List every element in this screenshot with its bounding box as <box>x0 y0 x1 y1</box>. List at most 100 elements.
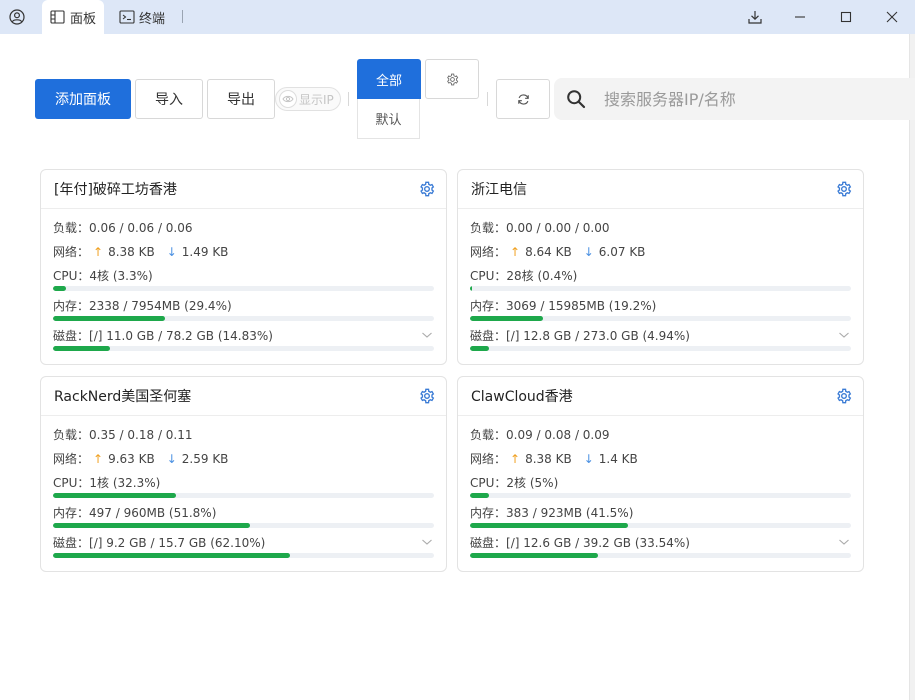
memory-bar-fill <box>470 316 544 321</box>
memory-value: 383 / 923MB (41.5%) <box>506 505 634 520</box>
chevron-down-icon[interactable] <box>838 329 850 341</box>
toolbar-divider <box>348 92 349 106</box>
user-icon[interactable] <box>6 6 28 28</box>
chevron-down-icon[interactable] <box>421 329 433 341</box>
server-name: RackNerd美国圣何塞 <box>54 389 192 405</box>
refresh-icon <box>517 93 529 105</box>
server-card-header: RackNerd美国圣何塞 <box>41 377 446 416</box>
terminal-icon <box>119 9 135 25</box>
cpu-bar <box>470 286 851 291</box>
cpu-row: CPU： 4核 (3.3%) <box>53 267 153 284</box>
close-icon <box>886 11 898 23</box>
upload-value: 8.38 KB <box>108 244 155 259</box>
memory-label: 内存： <box>53 506 90 520</box>
disk-bar <box>470 553 851 558</box>
cpu-bar <box>470 493 851 498</box>
disk-bar-fill <box>53 346 110 351</box>
disk-bar <box>53 553 434 558</box>
title-bar: 面板 终端 <box>0 0 915 34</box>
import-button[interactable]: 导入 <box>135 79 203 119</box>
group-all-button[interactable]: 全部 <box>357 59 421 99</box>
load-label: 负载： <box>470 221 507 235</box>
export-button[interactable]: 导出 <box>207 79 275 119</box>
load-value: 0.09 / 0.08 / 0.09 <box>506 427 610 442</box>
memory-bar <box>470 523 851 528</box>
network-label: 网络： <box>470 245 507 259</box>
cpu-label: CPU： <box>470 269 507 283</box>
cpu-value: 2核 (5%) <box>506 476 559 490</box>
cpu-bar <box>53 493 434 498</box>
add-panel-button[interactable]: 添加面板 <box>35 79 131 119</box>
server-card-header: 浙江电信 <box>458 170 863 209</box>
disk-row: 磁盘： [/] 11.0 GB / 78.2 GB (14.83%) <box>53 327 273 344</box>
disk-value: [/] 9.2 GB / 15.7 GB (62.10%) <box>89 535 266 550</box>
upload-arrow-icon: ↑ <box>93 451 104 466</box>
cpu-bar-fill <box>470 286 472 291</box>
upload-arrow-icon: ↑ <box>93 244 104 259</box>
memory-bar <box>53 523 434 528</box>
upload-value: 9.63 KB <box>108 451 155 466</box>
server-name: [年付]破碎工坊香港 <box>54 182 177 198</box>
tab-panel[interactable]: 面板 <box>42 0 104 34</box>
disk-row: 磁盘： [/] 12.6 GB / 39.2 GB (33.54%) <box>470 534 690 551</box>
load-label: 负载： <box>53 428 90 442</box>
load-row: 负载： 0.09 / 0.08 / 0.09 <box>470 426 610 443</box>
memory-row: 内存： 3069 / 15985MB (19.2%) <box>470 297 656 314</box>
load-label: 负载： <box>470 428 507 442</box>
tab-panel-label: 面板 <box>70 11 97 27</box>
server-card: ClawCloud香港 负载： 0.09 / 0.08 / 0.09 网络： ↑… <box>457 376 864 572</box>
network-row: 网络： ↑ 9.63 KB ↓ 2.59 KB <box>53 450 228 467</box>
server-card: [年付]破碎工坊香港 负载： 0.06 / 0.06 / 0.06 网络： ↑ … <box>40 169 447 365</box>
group-settings-button[interactable] <box>425 59 479 99</box>
close-button[interactable] <box>869 0 915 34</box>
upload-arrow-icon: ↑ <box>510 244 521 259</box>
download-button[interactable] <box>732 0 778 34</box>
minimize-icon <box>795 16 805 18</box>
disk-value: [/] 12.8 GB / 273.0 GB (4.94%) <box>506 328 690 343</box>
network-label: 网络： <box>53 245 90 259</box>
chevron-down-icon[interactable] <box>421 536 433 548</box>
server-settings-gear-icon[interactable] <box>836 181 852 197</box>
show-ip-toggle[interactable]: 显示IP <box>275 87 341 111</box>
server-name: 浙江电信 <box>471 182 527 198</box>
cpu-label: CPU： <box>53 269 90 283</box>
upload-arrow-icon: ↑ <box>510 451 521 466</box>
panel-icon <box>50 9 66 25</box>
cpu-bar-fill <box>470 493 490 498</box>
disk-bar-fill <box>470 553 598 558</box>
download-arrow-icon: ↓ <box>583 244 594 259</box>
disk-label: 磁盘： <box>53 536 90 550</box>
server-card: RackNerd美国圣何塞 负载： 0.35 / 0.18 / 0.11 网络：… <box>40 376 447 572</box>
disk-row: 磁盘： [/] 12.8 GB / 273.0 GB (4.94%) <box>470 327 690 344</box>
tab-divider <box>182 10 183 23</box>
maximize-button[interactable] <box>823 0 869 34</box>
server-settings-gear-icon[interactable] <box>836 388 852 404</box>
refresh-button[interactable] <box>496 79 550 119</box>
cpu-value: 28核 (0.4%) <box>506 269 578 283</box>
search-input[interactable] <box>604 89 904 109</box>
server-settings-gear-icon[interactable] <box>419 181 435 197</box>
memory-value: 497 / 960MB (51.8%) <box>89 505 217 520</box>
show-ip-label: 显示IP <box>299 92 334 107</box>
tab-terminal[interactable]: 终端 <box>112 0 182 34</box>
disk-label: 磁盘： <box>470 329 507 343</box>
cpu-row: CPU： 28核 (0.4%) <box>470 267 577 284</box>
download-value: 2.59 KB <box>181 451 229 466</box>
server-settings-gear-icon[interactable] <box>419 388 435 404</box>
chevron-down-icon[interactable] <box>838 536 850 548</box>
cpu-bar <box>53 286 434 291</box>
disk-value: [/] 12.6 GB / 39.2 GB (33.54%) <box>506 535 690 550</box>
memory-label: 内存： <box>470 506 507 520</box>
memory-row: 内存： 497 / 960MB (51.8%) <box>53 504 216 521</box>
network-label: 网络： <box>470 452 507 466</box>
cpu-label: CPU： <box>53 476 90 490</box>
cpu-bar-fill <box>53 493 177 498</box>
disk-bar-fill <box>470 346 489 351</box>
disk-bar <box>470 346 851 351</box>
download-arrow-icon: ↓ <box>166 244 177 259</box>
group-default-button[interactable]: 默认 <box>357 99 420 139</box>
disk-label: 磁盘： <box>53 329 90 343</box>
minimize-button[interactable] <box>777 0 823 34</box>
vertical-scrollbar[interactable] <box>909 34 915 700</box>
cpu-bar-fill <box>53 286 66 291</box>
